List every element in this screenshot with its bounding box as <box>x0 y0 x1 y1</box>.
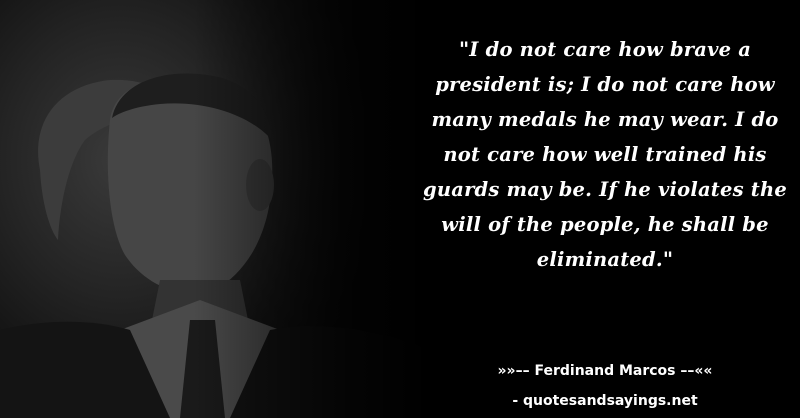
quote-block: "I do not care how brave a president is;… <box>420 32 790 277</box>
photo-fade-overlay <box>0 0 430 418</box>
source-line: - quotesandsayings.net <box>512 393 698 409</box>
quote-card: "I do not care how brave a president is;… <box>0 0 800 418</box>
author-line: »»–– Ferdinand Marcos ––«« <box>497 363 713 379</box>
portrait-photo <box>0 0 430 418</box>
quote-text: "I do not care how brave a president is;… <box>423 38 787 271</box>
